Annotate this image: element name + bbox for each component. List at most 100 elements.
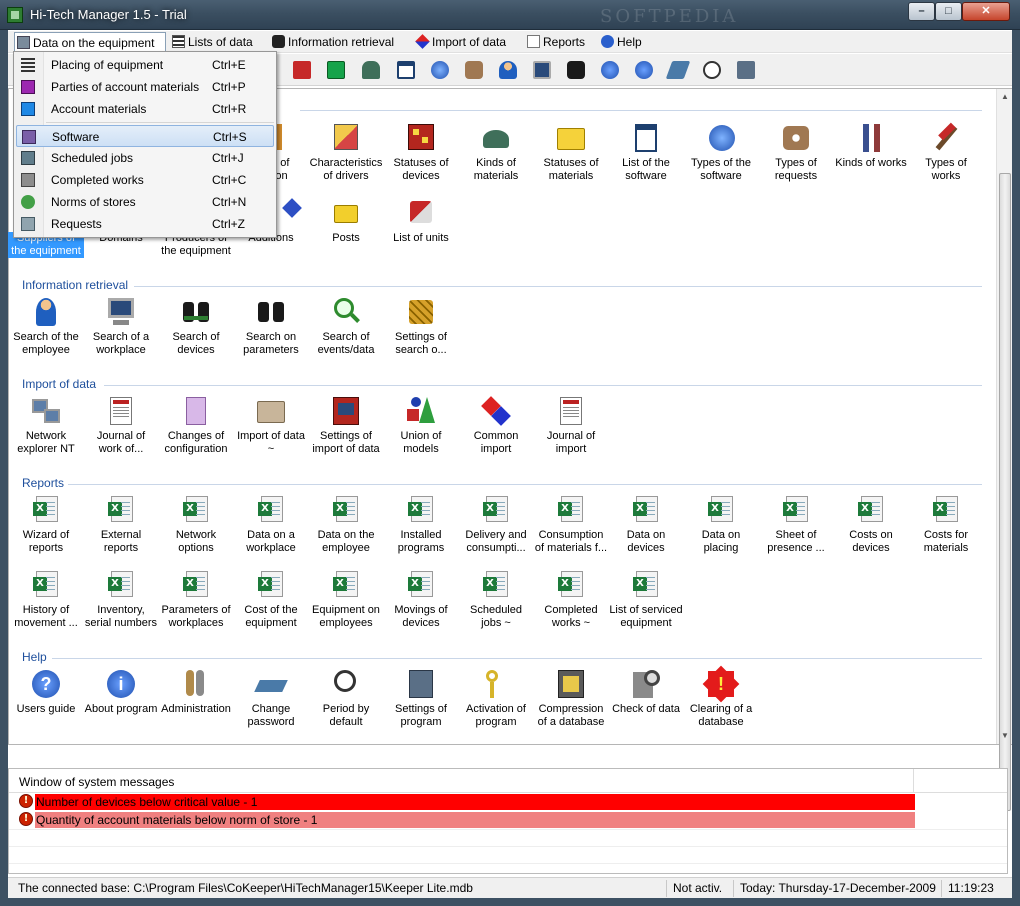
icon-about-program[interactable]: i About program: [83, 668, 159, 716]
folder-icon: [257, 401, 285, 423]
icon-search-employee[interactable]: Search of the employee: [8, 296, 84, 357]
icon-import-of-data[interactable]: Import of data ~: [233, 395, 309, 456]
icon-statuses-of-materials[interactable]: Statuses of materials: [533, 122, 609, 183]
icon-types-of-requests[interactable]: Types of requests: [758, 122, 834, 183]
icon-settings-of-search[interactable]: Settings of search o...: [383, 296, 459, 357]
icon-types-of-works[interactable]: Types of works: [908, 122, 984, 183]
icon-administration[interactable]: Administration: [158, 668, 234, 716]
toolbar-software-button[interactable]: [394, 58, 418, 82]
icon-journal-of-work[interactable]: Journal of work of...: [83, 395, 159, 456]
icon-report-equipment-employees[interactable]: Equipment onemployees: [308, 569, 384, 630]
icon-search-events[interactable]: Search of events/data: [308, 296, 384, 357]
menu-item-scheduled-jobs[interactable]: Scheduled jobs Ctrl+J: [16, 147, 274, 169]
grid-line: [9, 846, 1007, 847]
icon-change-password[interactable]: Change password: [233, 668, 309, 729]
icon-types-of-the-software[interactable]: Types of the software: [683, 122, 759, 183]
icon-report-completed-works[interactable]: Completedworks ~: [533, 569, 609, 630]
icon-report-data-employee[interactable]: Data on theemployee: [308, 494, 384, 555]
menu-import-of-data[interactable]: Import of data: [414, 32, 506, 52]
message-row[interactable]: Quantity of account materials below norm…: [35, 812, 915, 828]
icon-search-workplace[interactable]: Search of a workplace: [83, 296, 159, 357]
icon-report-cost-equipment[interactable]: Cost of theequipment: [233, 569, 309, 630]
toolbar-green-button[interactable]: [324, 58, 348, 82]
icon-changes-of-configuration[interactable]: Changes of configuration: [158, 395, 234, 456]
icon-report-installed-programs[interactable]: Installedprograms: [383, 494, 459, 555]
toolbar-materials-button[interactable]: [359, 58, 383, 82]
toolbar-password-button[interactable]: [665, 58, 691, 82]
scroll-down-icon[interactable]: ▼: [997, 728, 1013, 744]
menu-lists-of-data[interactable]: Lists of data: [170, 32, 253, 52]
icon-search-devices[interactable]: Search of devices: [158, 296, 234, 357]
icon-report-history-movement[interactable]: History ofmovement ...: [8, 569, 84, 630]
toolbar-employee-button[interactable]: [496, 58, 520, 82]
icon-period-by-default[interactable]: Period by default: [308, 668, 384, 729]
toolbar-settings-button[interactable]: [734, 58, 758, 82]
icon-report-inventory[interactable]: Inventory,serial numbers: [83, 569, 159, 630]
menu-item-placing-of-equipment[interactable]: Placing of equipment Ctrl+E: [16, 54, 274, 76]
menu-item-parties-of-account-materials[interactable]: Parties of account materials Ctrl+P: [16, 76, 274, 98]
menu-reports[interactable]: Reports: [525, 32, 585, 52]
icon-report-costs-materials[interactable]: Costs formaterials: [908, 494, 984, 555]
icon-label: equipment: [245, 617, 297, 629]
icon-report-network-options[interactable]: Networkoptions: [158, 494, 234, 555]
toolbar-period-button[interactable]: [700, 58, 724, 82]
minimize-button[interactable]: –: [908, 2, 935, 21]
toolbar-software-types-button[interactable]: [428, 58, 452, 82]
icon-activation[interactable]: Activation of program: [458, 668, 534, 729]
icon-posts[interactable]: Posts: [308, 197, 384, 245]
menu-item-requests[interactable]: Requests Ctrl+Z: [16, 213, 274, 235]
menu-item-software[interactable]: Software Ctrl+S: [16, 125, 274, 147]
icon-check-of-data[interactable]: Check of data: [608, 668, 684, 716]
toolbar-units-button[interactable]: [290, 58, 314, 82]
scroll-up-icon[interactable]: ▲: [997, 89, 1013, 105]
status-divider: [666, 880, 667, 897]
icon-users-guide[interactable]: ? Users guide: [8, 668, 84, 716]
icon-kinds-of-works[interactable]: Kinds of works: [833, 122, 909, 170]
icon-label: Wizard of: [22, 529, 70, 541]
icon-report-data-devices[interactable]: Data ondevices: [608, 494, 684, 555]
icon-report-consumption[interactable]: Consumptionof materials f...: [533, 494, 609, 555]
icon-journal-of-import[interactable]: Journal of import: [533, 395, 609, 456]
icon-characteristics-of-drivers[interactable]: Characteristics of drivers: [308, 122, 384, 183]
menu-information-retrieval[interactable]: Information retrieval: [270, 32, 394, 52]
message-row[interactable]: Number of devices below critical value -…: [35, 794, 915, 810]
menu-item-norms-of-stores[interactable]: Norms of stores Ctrl+N: [16, 191, 274, 213]
icon-report-costs-devices[interactable]: Costs ondevices: [833, 494, 909, 555]
icon-report-parameters-workplaces[interactable]: Parameters ofworkplaces: [158, 569, 234, 630]
icon-report-data-workplace[interactable]: Data on aworkplace: [233, 494, 309, 555]
menu-item-account-materials[interactable]: Account materials Ctrl+R: [16, 98, 274, 120]
menu-help[interactable]: Help: [599, 32, 642, 52]
menu-data-on-equipment[interactable]: Data on the equipment: [14, 32, 166, 52]
icon-settings-of-import[interactable]: Settings of import of data: [308, 395, 384, 456]
icon-kinds-of-materials[interactable]: Kinds of materials: [458, 122, 534, 183]
icon-report-data-placing[interactable]: Data onplacing: [683, 494, 759, 555]
toolbar-search-devices-button[interactable]: [564, 58, 588, 82]
icon-settings-of-program[interactable]: Settings of program: [383, 668, 459, 729]
menu-item-completed-works[interactable]: Completed works Ctrl+C: [16, 169, 274, 191]
icon-report-movings-devices[interactable]: Movings ofdevices: [383, 569, 459, 630]
toolbar-workplace-button[interactable]: [530, 58, 554, 82]
main-scrollbar[interactable]: ▲ ▼: [996, 89, 1013, 811]
scroll-thumb[interactable]: [999, 173, 1011, 811]
icon-list-of-units[interactable]: List of units: [383, 197, 459, 245]
icon-common-import[interactable]: Common import: [458, 395, 534, 456]
close-button[interactable]: ✕: [962, 2, 1010, 21]
toolbar-help-button[interactable]: [598, 58, 622, 82]
icon-statuses-of-devices[interactable]: Statuses of devices: [383, 122, 459, 183]
icon-report-external[interactable]: Externalreports: [83, 494, 159, 555]
icon-report-serviced-equipment[interactable]: List of servicedequipment: [608, 569, 684, 630]
messages-title: Window of system messages: [19, 775, 175, 789]
toolbar-requests-button[interactable]: [462, 58, 486, 82]
icon-clearing-database[interactable]: ! Clearing of a database: [683, 665, 759, 729]
icon-search-parameters[interactable]: Search on parameters: [233, 296, 309, 357]
icon-list-of-the-software[interactable]: List of the software: [608, 122, 684, 183]
toolbar-about-button[interactable]: [632, 58, 656, 82]
icon-report-delivery[interactable]: Delivery andconsumpti...: [458, 494, 534, 555]
icon-compression[interactable]: Compression of a database: [533, 668, 609, 729]
icon-report-scheduled-jobs[interactable]: Scheduledjobs ~: [458, 569, 534, 630]
icon-report-wizard[interactable]: Wizard ofreports: [8, 494, 84, 555]
icon-union-of-models[interactable]: Union of models: [383, 395, 459, 456]
icon-network-explorer[interactable]: Network explorer NT: [8, 395, 84, 456]
maximize-button[interactable]: □: [935, 2, 962, 21]
icon-report-sheet-presence[interactable]: Sheet ofpresence ...: [758, 494, 834, 555]
